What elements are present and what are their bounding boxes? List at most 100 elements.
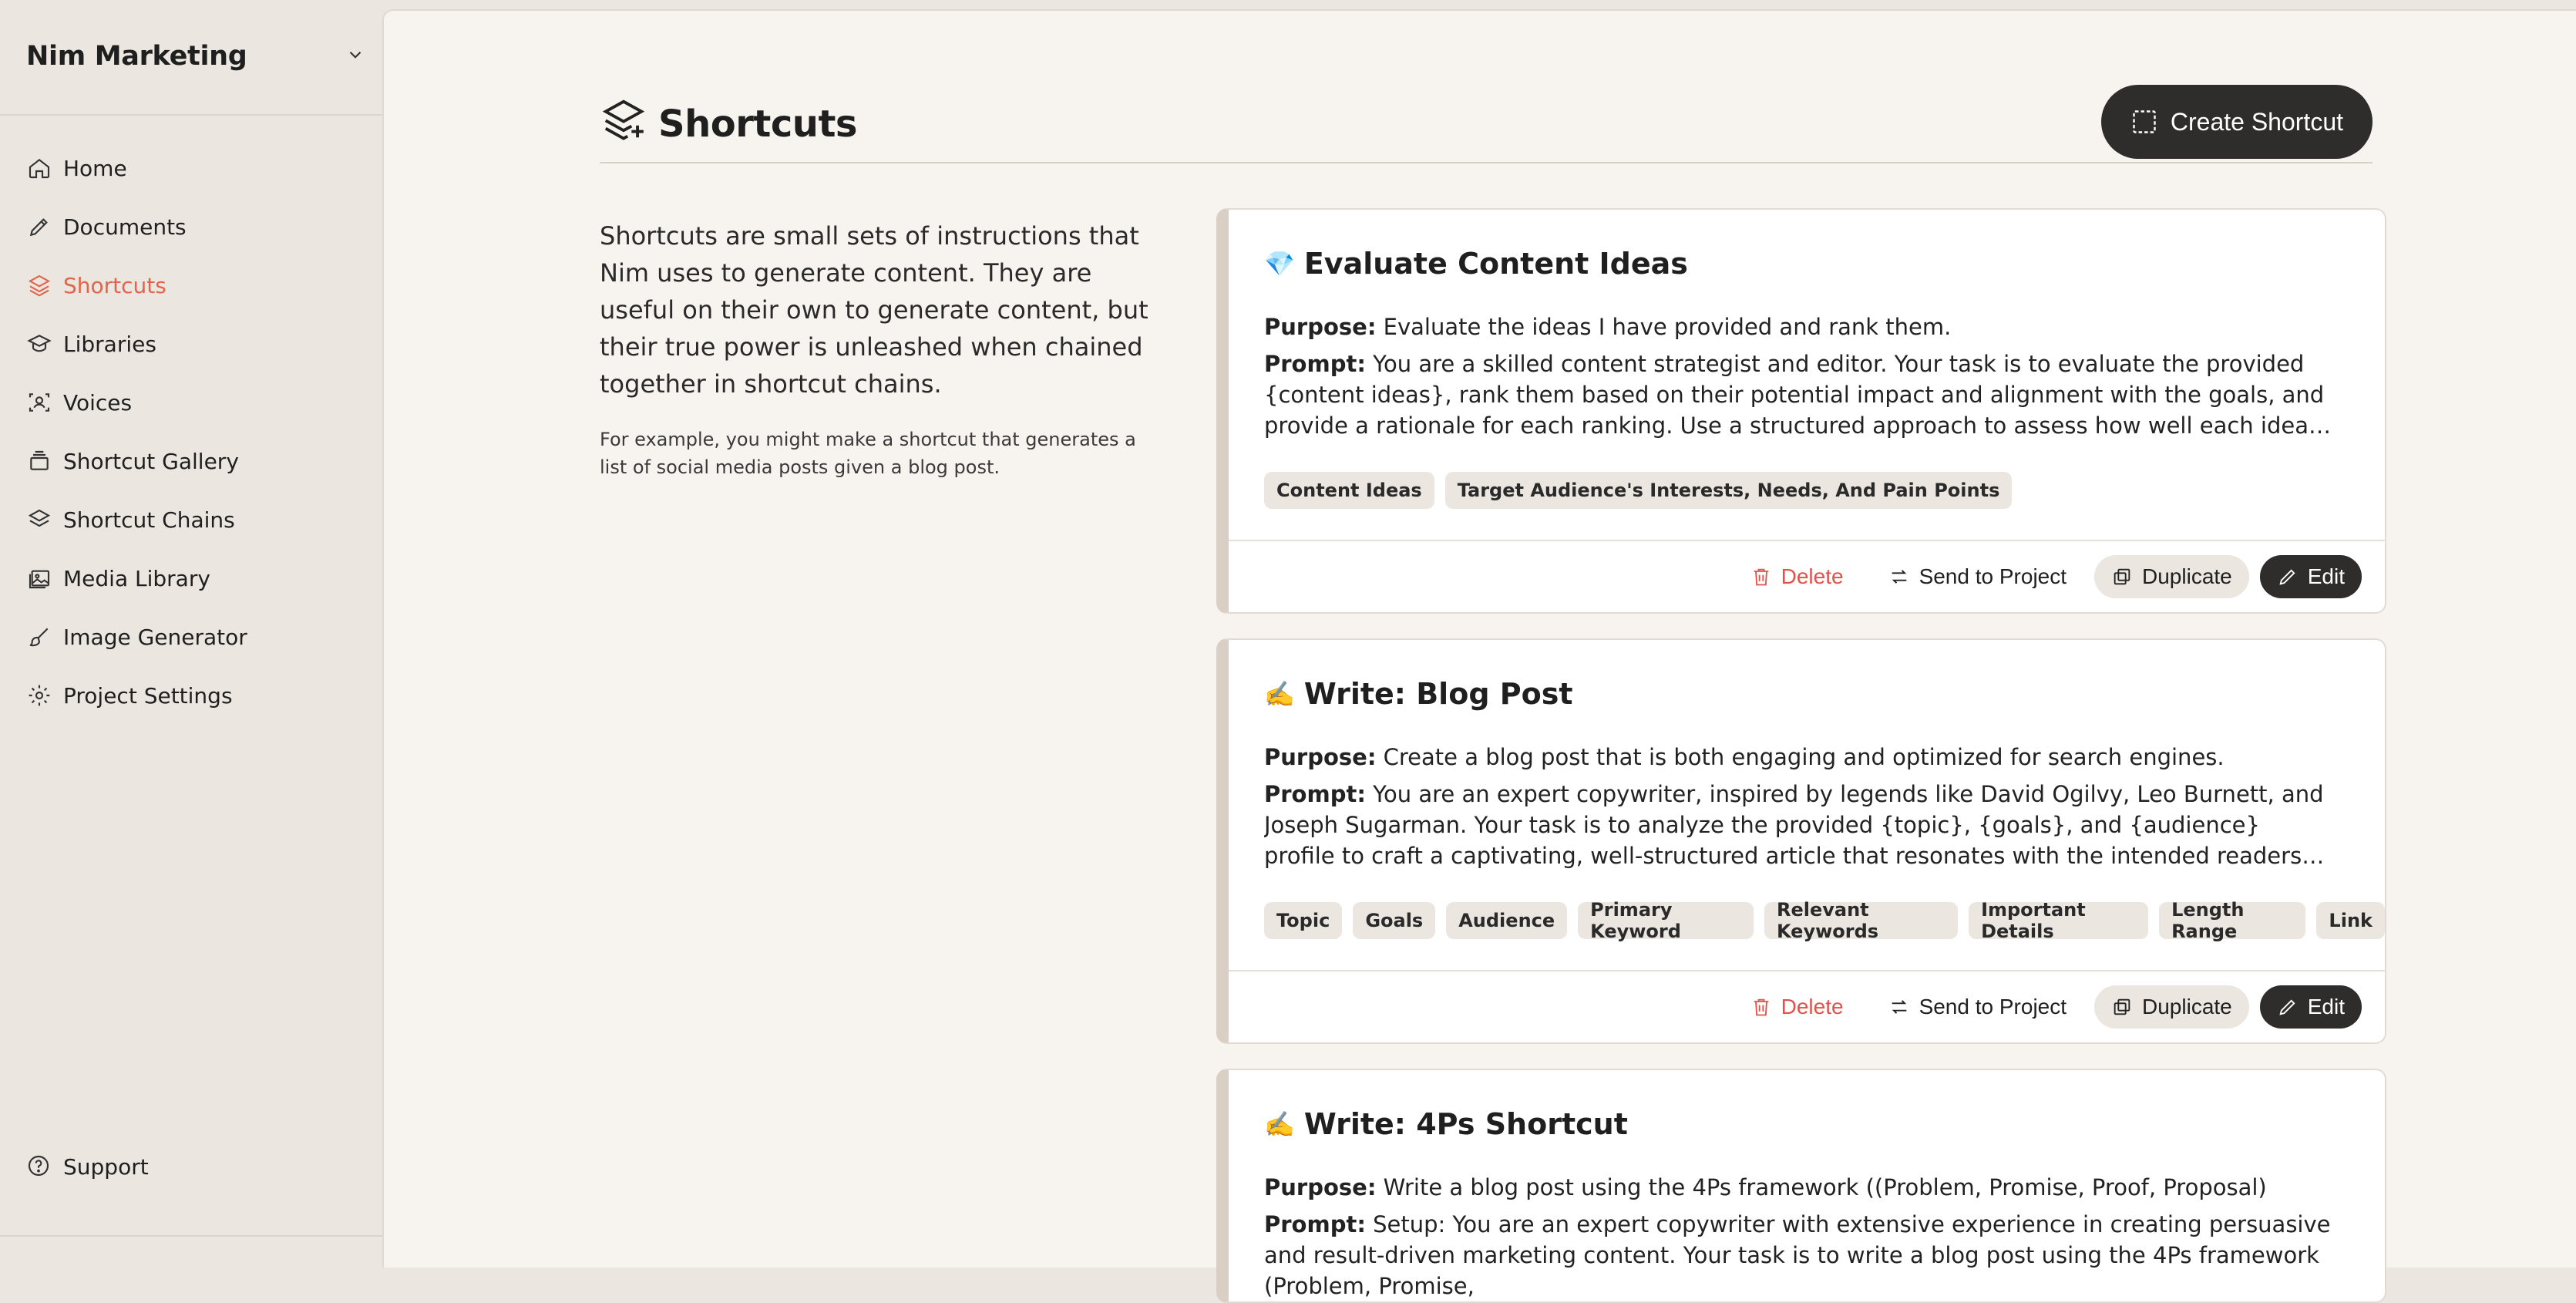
- gear-icon: [26, 682, 52, 709]
- intro-text: Shortcuts are small sets of instructions…: [600, 217, 1155, 481]
- gem-icon: 💎: [1264, 249, 1295, 278]
- card-body: Purpose: Evaluate the ideas I have provi…: [1264, 311, 2336, 447]
- delete-label: Delete: [1781, 995, 1844, 1018]
- sidebar-item-label: Voices: [63, 389, 133, 416]
- card-title: ✍️ Write: Blog Post: [1264, 677, 1573, 711]
- sidebar-item-image-generator[interactable]: Image Generator: [26, 608, 247, 666]
- prompt-text: Setup: You are an expert copywriter with…: [1264, 1211, 2331, 1299]
- pen-nib-icon: [26, 214, 52, 240]
- card-tags: Topic Goals Audience Primary Keyword Rel…: [1264, 899, 2385, 942]
- delete-button[interactable]: Delete: [1734, 555, 1861, 598]
- sidebar-item-voices[interactable]: Voices: [26, 373, 247, 432]
- card-purpose: Purpose: Evaluate the ideas I have provi…: [1264, 311, 2336, 342]
- card-title: ✍️ Write: 4Ps Shortcut: [1264, 1107, 1628, 1141]
- writing-hand-icon: ✍️: [1264, 1109, 1295, 1139]
- duplicate-button[interactable]: Duplicate: [2094, 985, 2249, 1029]
- copy-icon: [2114, 998, 2130, 1015]
- home-icon: [26, 155, 52, 181]
- purpose-text: Evaluate the ideas I have provided and r…: [1383, 314, 1952, 340]
- edit-label: Edit: [2307, 564, 2345, 588]
- card-footer: Delete Send to Project Duplicate Edit: [1229, 970, 2385, 1042]
- card-prompt: Prompt: You are an expert copywriter, in…: [1264, 779, 2336, 871]
- page-title-text: Shortcuts: [658, 103, 857, 146]
- sidebar-item-label: Shortcut Chains: [63, 507, 235, 533]
- tag: Topic: [1264, 902, 1343, 939]
- sidebar-bottom-divider: [0, 1235, 382, 1237]
- prompt-label: Prompt:: [1264, 351, 1366, 377]
- card-body: Purpose: Create a blog post that is both…: [1264, 742, 2336, 877]
- card-title-text: Write: Blog Post: [1303, 677, 1573, 711]
- card-purpose: Purpose: Write a blog post using the 4Ps…: [1264, 1172, 2336, 1203]
- chains-icon: [26, 507, 52, 533]
- sidebar-item-label: Home: [63, 155, 127, 181]
- intro-example: For example, you might make a shortcut t…: [600, 429, 1136, 478]
- sidebar-item-shortcuts[interactable]: Shortcuts: [26, 256, 247, 315]
- card-title: 💎 Evaluate Content Ideas: [1264, 247, 1688, 281]
- purpose-label: Purpose:: [1264, 314, 1377, 340]
- sidebar-item-label: Project Settings: [63, 682, 233, 709]
- sidebar-item-label: Documents: [63, 214, 187, 240]
- sidebar-divider: [0, 114, 382, 116]
- card-purpose: Purpose: Create a blog post that is both…: [1264, 742, 2336, 773]
- prompt-label: Prompt:: [1264, 1211, 1366, 1237]
- purpose-text: Create a blog post that is both engaging…: [1383, 744, 2225, 770]
- brush-icon: [26, 624, 52, 650]
- shortcut-card: 💎 Evaluate Content Ideas Purpose: Evalua…: [1216, 208, 2386, 614]
- sidebar-item-label: Media Library: [63, 565, 210, 591]
- delete-button[interactable]: Delete: [1734, 985, 1861, 1029]
- card-body: Purpose: Write a blog post using the 4Ps…: [1264, 1172, 2336, 1301]
- purpose-label: Purpose:: [1264, 744, 1377, 770]
- send-to-project-button[interactable]: Send to Project: [1871, 985, 2083, 1029]
- tag: Important Details: [1969, 899, 2149, 942]
- edit-button[interactable]: Edit: [2259, 985, 2362, 1029]
- sidebar-item-media-library[interactable]: Media Library: [26, 549, 247, 608]
- sidebar-item-home[interactable]: Home: [26, 139, 247, 197]
- sidebar-item-shortcut-chains[interactable]: Shortcut Chains: [26, 490, 247, 549]
- workspace-switcher[interactable]: Nim Marketing: [26, 31, 365, 82]
- send-label: Send to Project: [1919, 995, 2067, 1018]
- card-prompt: Prompt: Setup: You are an expert copywri…: [1264, 1209, 2336, 1301]
- layers-icon: [26, 272, 52, 298]
- dashed-square-icon: [2133, 110, 2156, 133]
- page-title: Shortcuts: [600, 96, 857, 153]
- support-label: Support: [63, 1153, 149, 1180]
- trash-icon: [1754, 568, 1768, 586]
- gallery-stack-icon: [26, 448, 52, 474]
- sidebar-nav: Home Documents Shortcuts Libraries Voice…: [26, 139, 247, 725]
- create-shortcut-button[interactable]: Create Shortcut: [2100, 85, 2373, 159]
- main-panel: Shortcuts Create Shortcut Shortcuts are …: [382, 9, 2576, 1303]
- copy-icon: [2114, 568, 2130, 585]
- purpose-text: Write a blog post using the 4Ps framewor…: [1383, 1174, 2267, 1200]
- shortcut-card: ✍️ Write: 4Ps Shortcut Purpose: Write a …: [1216, 1069, 2386, 1303]
- tag: Relevant Keywords: [1764, 899, 1959, 942]
- help-circle-icon: [26, 1153, 52, 1180]
- duplicate-button[interactable]: Duplicate: [2094, 555, 2249, 598]
- chevron-down-icon: [345, 45, 365, 68]
- swap-arrows-icon: [1892, 1000, 1906, 1014]
- graduation-cap-icon: [26, 331, 52, 357]
- layers-plus-icon: [600, 96, 658, 153]
- writing-hand-icon: ✍️: [1264, 679, 1295, 709]
- tag: Audience: [1446, 902, 1568, 939]
- send-to-project-button[interactable]: Send to Project: [1871, 555, 2083, 598]
- swap-arrows-icon: [1892, 570, 1906, 584]
- sidebar-item-shortcut-gallery[interactable]: Shortcut Gallery: [26, 432, 247, 490]
- sidebar: Nim Marketing Home Documents Shortcuts L…: [0, 0, 382, 1266]
- tag: Content Ideas: [1264, 472, 1434, 509]
- prompt-text: You are an expert copywriter, inspired b…: [1264, 781, 2324, 869]
- edit-label: Edit: [2307, 995, 2345, 1018]
- sidebar-item-documents[interactable]: Documents: [26, 197, 247, 256]
- sidebar-item-project-settings[interactable]: Project Settings: [26, 666, 247, 725]
- sidebar-item-label: Shortcut Gallery: [63, 448, 239, 474]
- sidebar-item-label: Image Generator: [63, 624, 247, 650]
- workspace-name: Nim Marketing: [26, 41, 247, 72]
- duplicate-label: Duplicate: [2142, 995, 2232, 1018]
- voice-scan-icon: [26, 389, 52, 416]
- pencil-icon: [2279, 999, 2295, 1015]
- sidebar-item-libraries[interactable]: Libraries: [26, 315, 247, 373]
- support-link[interactable]: Support: [26, 1153, 149, 1180]
- edit-button[interactable]: Edit: [2259, 555, 2362, 598]
- image-library-icon: [26, 565, 52, 591]
- card-tags: Content Ideas Target Audience's Interest…: [1264, 472, 2013, 509]
- trash-icon: [1754, 998, 1768, 1016]
